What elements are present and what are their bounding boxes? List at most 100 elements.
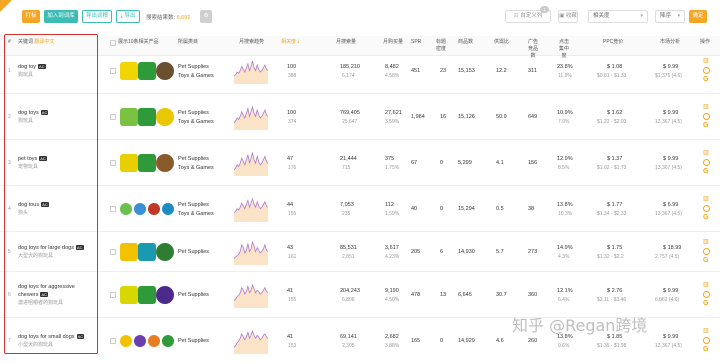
click-concentration-value: 23.8% <box>557 64 573 70</box>
product-thumbnail[interactable] <box>162 203 174 215</box>
row-checkbox[interactable] <box>110 114 116 120</box>
keyword-cell[interactable]: dog toys for small dogs AC 小型犬的狗玩具 <box>18 333 94 349</box>
col-relevance[interactable]: 相关度⇣ <box>281 39 300 46</box>
keyword-cell[interactable]: dog toys AC 狗玩具 <box>18 109 94 125</box>
search-trend-sparkline[interactable] <box>233 239 269 265</box>
export-button[interactable]: ⤓ 导出 <box>116 10 140 23</box>
select-all-checkbox[interactable] <box>110 40 116 46</box>
col-keyword[interactable]: 关键词 翻译中文 <box>18 39 54 46</box>
col-market-analysis[interactable]: 市场分析 <box>660 39 680 46</box>
product-thumbnail[interactable] <box>138 62 156 80</box>
product-thumbnail[interactable] <box>148 203 160 215</box>
more-icon[interactable] <box>703 113 710 120</box>
search-trend-sparkline[interactable] <box>233 150 269 176</box>
col-ppc[interactable]: PPC竞价 <box>603 39 623 46</box>
keyword-text[interactable]: dog toys for small dogs <box>18 334 75 340</box>
bar-chart-icon[interactable]: ▥ <box>703 58 710 65</box>
bar-chart-icon[interactable]: ▥ <box>703 196 710 203</box>
keyword-cell[interactable]: dog tous AC 狗头 <box>18 201 94 217</box>
col-keyword-translate[interactable]: 翻译中文 <box>34 39 54 45</box>
favorites-button[interactable]: ▣ 收藏 <box>558 10 578 23</box>
table-row[interactable]: 5 dog toys for large dogs AC 大型犬的狗玩具 Pet Sup… <box>0 232 720 272</box>
product-thumbnail[interactable] <box>148 335 160 347</box>
add-to-library-button[interactable]: 加入到词库 <box>44 10 78 23</box>
product-thumbnail[interactable] <box>120 243 138 261</box>
google-search-icon[interactable]: G <box>703 346 710 353</box>
google-search-icon[interactable]: G <box>703 76 710 83</box>
search-trend-sparkline[interactable] <box>233 196 269 222</box>
table-row[interactable]: 3 pet toys AC 宠物玩具 Pet Supplies Toys & Games 4… <box>0 140 720 186</box>
google-search-icon[interactable]: G <box>703 168 710 175</box>
category-label: Toys & Games <box>178 73 214 79</box>
product-thumbnail[interactable] <box>134 335 146 347</box>
product-thumbnail[interactable] <box>138 154 156 172</box>
product-thumbnail[interactable] <box>134 203 146 215</box>
product-thumbnail[interactable] <box>138 243 156 261</box>
row-checkbox[interactable] <box>110 338 116 344</box>
row-checkbox[interactable] <box>110 292 116 298</box>
product-thumbnail[interactable] <box>120 203 132 215</box>
product-thumbnail[interactable] <box>120 154 138 172</box>
product-thumbnail[interactable] <box>120 286 138 304</box>
product-thumbnail[interactable] <box>156 62 174 80</box>
table-row[interactable]: 2 dog toys AC 狗玩具 Pet Supplies Toys & Games 10… <box>0 94 720 140</box>
bar-chart-icon[interactable]: ▥ <box>703 328 710 335</box>
confirm-button[interactable]: 确定 <box>689 10 707 23</box>
search-trend-sparkline[interactable] <box>233 58 269 84</box>
more-icon[interactable] <box>703 291 710 298</box>
product-thumbnail[interactable] <box>138 286 156 304</box>
google-search-icon[interactable]: G <box>703 300 710 307</box>
table-row[interactable]: 4 dog tous AC 狗头 Pet Supplies Toys & Games 44 1… <box>0 186 720 232</box>
col-supply-demand[interactable]: 供需比 <box>494 39 509 46</box>
keyword-cell[interactable]: dog toy AC 狗玩具 <box>18 63 94 79</box>
keyword-text[interactable]: pet toys <box>18 156 37 162</box>
sort-field-select[interactable]: 相关度 ▾ <box>588 10 648 23</box>
export-roots-button[interactable]: 导出词根 <box>82 10 112 23</box>
col-monthly-search[interactable]: 月搜索量 <box>336 39 356 46</box>
product-thumbnail[interactable] <box>120 62 138 80</box>
table-row[interactable]: 1 dog toy AC 狗玩具 Pet Supplies Toys & Games 100… <box>0 48 720 94</box>
keyword-cell[interactable]: pet toys AC 宠物玩具 <box>18 155 94 171</box>
more-icon[interactable] <box>703 205 710 212</box>
product-thumbnail[interactable] <box>156 154 174 172</box>
keyword-text[interactable]: dog toys <box>18 110 39 116</box>
bar-chart-icon[interactable]: ▥ <box>703 150 710 157</box>
product-thumbnail[interactable] <box>120 108 138 126</box>
keyword-cell[interactable]: dog toys for aggressive chewers AC 激进咀嚼者的狗… <box>18 283 94 307</box>
product-thumbnail[interactable] <box>162 335 174 347</box>
search-trend-sparkline[interactable] <box>233 104 269 130</box>
col-spr[interactable]: SPR <box>411 39 421 46</box>
row-checkbox[interactable] <box>110 68 116 74</box>
tag-button[interactable]: 打标 <box>22 10 40 23</box>
col-product-count[interactable]: 商品数 <box>458 39 473 46</box>
keyword-cell[interactable]: dog toys for large dogs AC 大型犬的狗玩具 <box>18 244 94 260</box>
row-checkbox[interactable] <box>110 206 116 212</box>
more-icon[interactable] <box>703 337 710 344</box>
product-thumbnail[interactable] <box>156 243 174 261</box>
sort-order-select[interactable]: 降序 ▾ <box>655 10 685 23</box>
product-thumbnail[interactable] <box>156 286 174 304</box>
bar-chart-icon[interactable]: ▥ <box>703 282 710 289</box>
col-monthly-purchase[interactable]: 月购买量 <box>383 39 403 46</box>
more-icon[interactable] <box>703 67 710 74</box>
sort-order-value: 降序 <box>660 13 672 19</box>
search-trend-sparkline[interactable] <box>233 328 269 354</box>
google-search-icon[interactable]: G <box>703 214 710 221</box>
product-thumbnail[interactable] <box>138 108 156 126</box>
row-checkbox[interactable] <box>110 249 116 255</box>
product-thumbnail[interactable] <box>120 335 132 347</box>
product-thumbnail[interactable] <box>156 108 174 126</box>
col-trend[interactable]: 月搜索趋势 <box>239 39 264 46</box>
search-trend-sparkline[interactable] <box>233 282 269 308</box>
google-search-icon[interactable]: G <box>703 122 710 129</box>
row-checkbox[interactable] <box>110 160 116 166</box>
bar-chart-icon[interactable]: ▥ <box>703 239 710 246</box>
settings-button[interactable]: ⚙ <box>200 10 212 23</box>
keyword-text[interactable]: dog toy <box>18 64 36 70</box>
keyword-text[interactable]: dog toys for large dogs <box>18 245 74 251</box>
more-icon[interactable] <box>703 248 710 255</box>
more-icon[interactable] <box>703 159 710 166</box>
google-search-icon[interactable]: G <box>703 257 710 264</box>
bar-chart-icon[interactable]: ▥ <box>703 104 710 111</box>
keyword-text[interactable]: dog tous <box>18 202 39 208</box>
